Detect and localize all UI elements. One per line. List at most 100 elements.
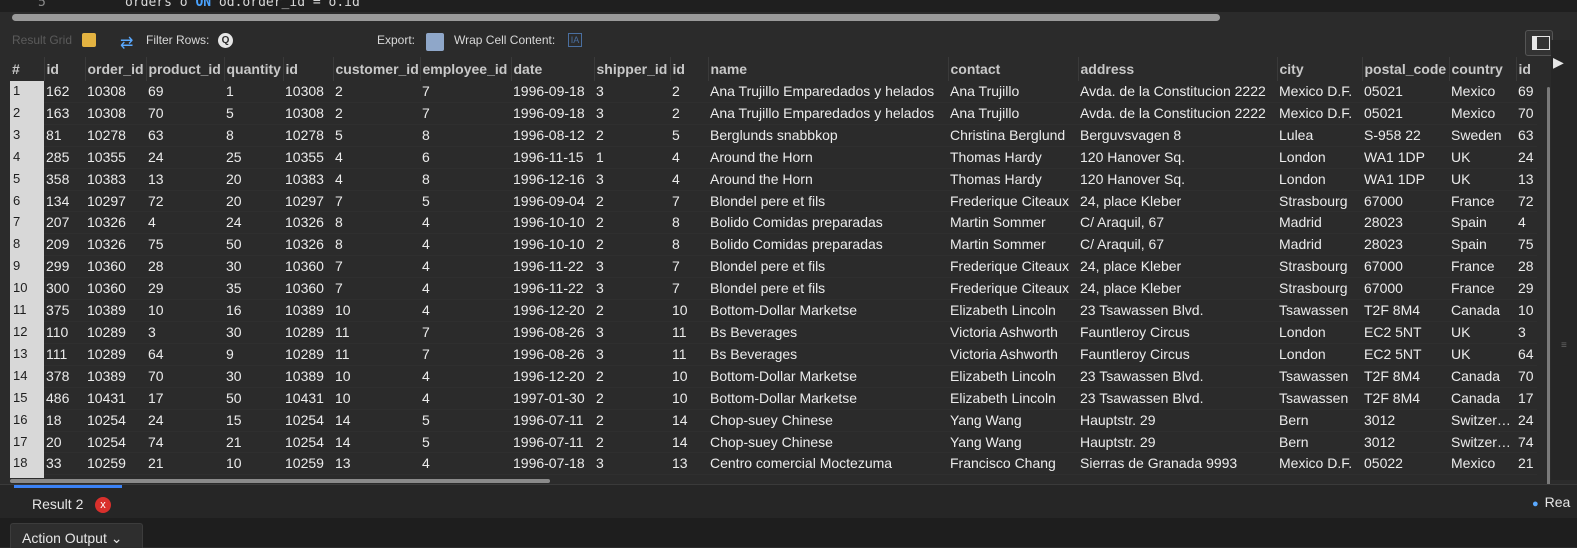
table-cell[interactable]: 7 [333, 277, 420, 301]
result-grid[interactable]: # id order_id product_id quantity id customer_… [10, 57, 1537, 478]
row-number[interactable]: 18 [10, 452, 44, 475]
table-cell[interactable]: 13 [146, 168, 224, 191]
table-cell[interactable]: London [1277, 168, 1362, 191]
table-cell[interactable]: Bs Beverages [708, 321, 948, 344]
table-cell[interactable]: Bolido Comidas preparadas [708, 233, 948, 257]
table-cell[interactable]: 3 [594, 255, 670, 279]
table-cell[interactable]: 10355 [85, 146, 146, 169]
toggle-sidebar-button[interactable] [1525, 30, 1553, 56]
table-cell[interactable]: 20 [224, 190, 283, 213]
table-row[interactable]: 10 300 10360 29 35 10360 7 4 1996-11-22 3 7 Blondel… [10, 277, 1537, 301]
table-cell[interactable]: Bottom-Dollar Marketse [708, 365, 948, 388]
table-cell[interactable]: 50 [224, 387, 283, 410]
table-cell[interactable]: 2 [594, 409, 670, 432]
table-cell[interactable]: 33 [44, 452, 85, 476]
table-cell[interactable]: 70 [146, 102, 224, 125]
table-cell[interactable]: 30 [224, 365, 283, 388]
table-cell[interactable]: 67000 [1362, 277, 1449, 301]
table-cell[interactable]: 16 [224, 299, 283, 322]
table-cell[interactable]: Yang Wang [948, 431, 1078, 454]
table-cell[interactable]: Fauntleroy Circus [1078, 343, 1277, 366]
table-cell[interactable]: Around the Horn [708, 168, 948, 191]
table-cell[interactable]: Elizabeth Lincoln [948, 365, 1078, 388]
refresh-icon[interactable]: ⇄ [120, 33, 133, 53]
table-cell[interactable]: 1996-08-26 [511, 343, 594, 366]
table-cell[interactable]: 10 [224, 452, 283, 476]
table-cell[interactable]: 1996-09-04 [511, 190, 594, 213]
table-cell[interactable]: 2 [594, 365, 670, 388]
table-cell[interactable]: Frederique Citeaux [948, 190, 1078, 213]
table-cell[interactable]: 10326 [283, 211, 333, 235]
table-cell[interactable]: Switzerland [1449, 431, 1516, 454]
table-cell[interactable]: 1 [594, 146, 670, 169]
table-cell[interactable]: 14 [670, 431, 708, 454]
table-cell[interactable]: 74 [1516, 431, 1537, 454]
row-number[interactable]: 14 [10, 365, 44, 388]
table-cell[interactable]: 3 [594, 343, 670, 366]
table-cell[interactable]: 4 [420, 277, 511, 301]
table-cell[interactable]: Around the Horn [708, 146, 948, 169]
table-cell[interactable]: Spain [1449, 233, 1516, 257]
action-output-dropdown[interactable]: Action Output ⌄ [10, 523, 143, 548]
table-row[interactable]: 15 486 10431 17 50 10431 10 4 1997-01-30 2 10 Botto… [10, 387, 1537, 410]
sql-editor[interactable]: 5 orders o ON od.order_id = o.id [0, 0, 1577, 12]
table-cell[interactable]: 2 [594, 299, 670, 322]
table-cell[interactable]: T2F 8M4 [1362, 387, 1449, 410]
table-cell[interactable]: Mexico [1449, 81, 1516, 103]
table-cell[interactable]: UK [1449, 146, 1516, 169]
table-cell[interactable]: 2 [594, 190, 670, 213]
table-cell[interactable]: Blondel pere et fils [708, 277, 948, 301]
table-cell[interactable]: 2 [333, 102, 420, 125]
table-cell[interactable]: Strasbourg [1277, 277, 1362, 301]
table-cell[interactable]: 120 Hanover Sq. [1078, 168, 1277, 191]
row-number[interactable]: 16 [10, 409, 44, 431]
table-cell[interactable]: 4 [670, 168, 708, 191]
table-cell[interactable]: 4 [333, 168, 420, 191]
table-cell[interactable]: 300 [44, 277, 85, 301]
table-cell[interactable]: Canada [1449, 387, 1516, 410]
column-header[interactable]: product_id [146, 57, 225, 81]
row-number[interactable]: 17 [10, 431, 44, 453]
table-cell[interactable]: Ana Trujillo Emparedados y helados [708, 81, 948, 103]
column-header[interactable]: id [670, 57, 709, 81]
table-cell[interactable]: UK [1449, 168, 1516, 191]
table-cell[interactable]: 75 [1516, 233, 1537, 257]
table-cell[interactable]: Avda. de la Constitucion 2222 [1078, 81, 1277, 103]
table-cell[interactable]: 6 [420, 146, 511, 169]
table-cell[interactable]: Elizabeth Lincoln [948, 299, 1078, 322]
table-cell[interactable]: EC2 5NT [1362, 321, 1449, 344]
table-cell[interactable]: 8 [420, 168, 511, 191]
table-cell[interactable]: 5 [224, 102, 283, 125]
table-cell[interactable]: Hauptstr. 29 [1078, 431, 1277, 454]
table-cell[interactable]: 11 [333, 343, 420, 366]
column-header[interactable]: # [10, 57, 45, 81]
table-cell[interactable]: 10254 [85, 409, 146, 432]
table-cell[interactable]: Spain [1449, 211, 1516, 235]
table-cell[interactable]: 1997-01-30 [511, 387, 594, 410]
table-cell[interactable]: Canada [1449, 365, 1516, 388]
row-number[interactable]: 6 [10, 190, 44, 212]
table-cell[interactable]: Mexico [1449, 452, 1516, 476]
row-number[interactable]: 9 [10, 255, 44, 278]
table-cell[interactable]: 10 [1516, 299, 1537, 322]
table-row[interactable]: 13 111 10289 64 9 10289 11 7 1996-08-26 3 11 Bs Bev… [10, 343, 1537, 366]
table-cell[interactable]: 67000 [1362, 190, 1449, 213]
table-cell[interactable]: 10383 [283, 168, 333, 191]
table-cell[interactable]: 13 [333, 452, 420, 476]
table-row[interactable]: 12 110 10289 3 30 10289 11 7 1996-08-26 3 11 Bs Bev… [10, 321, 1537, 344]
table-cell[interactable]: 3 [594, 168, 670, 191]
table-cell[interactable]: 10278 [85, 124, 146, 147]
table-cell[interactable]: 110 [44, 321, 85, 344]
table-cell[interactable]: 72 [1516, 190, 1537, 213]
table-cell[interactable]: 1996-07-11 [511, 409, 594, 432]
table-cell[interactable]: 10254 [283, 409, 333, 432]
table-cell[interactable]: 25 [224, 146, 283, 169]
table-cell[interactable]: Yang Wang [948, 409, 1078, 432]
table-cell[interactable]: Canada [1449, 299, 1516, 322]
table-cell[interactable]: 10297 [283, 190, 333, 213]
table-cell[interactable]: 2 [594, 431, 670, 454]
table-cell[interactable]: 10326 [85, 233, 146, 257]
row-number[interactable]: 13 [10, 343, 44, 366]
table-row[interactable]: 4 285 10355 24 25 10355 4 6 1996-11-15 1 4 Around t… [10, 146, 1537, 169]
table-cell[interactable]: Strasbourg [1277, 255, 1362, 279]
